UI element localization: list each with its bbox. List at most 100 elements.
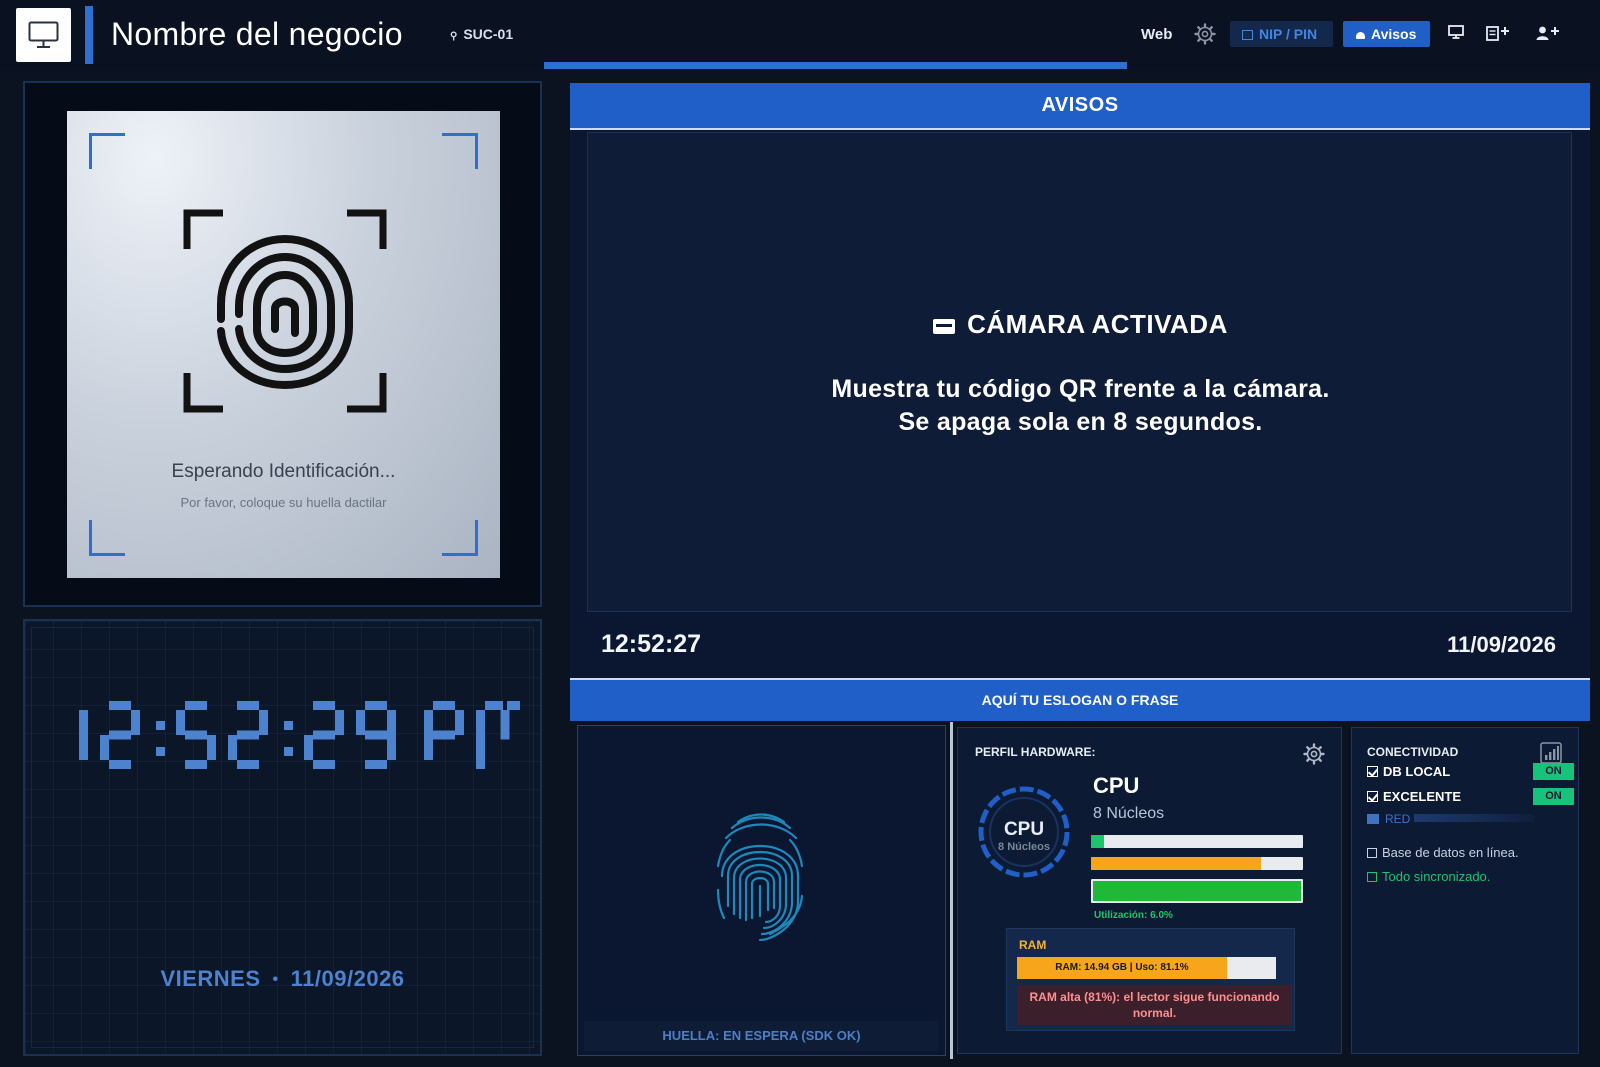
clock-segment [335,710,344,735]
bar-fill [1093,881,1301,901]
slogan-bar: AQUÍ TU ESLOGAN O FRASE [570,678,1590,721]
branch-code: SUC-01 [463,26,514,42]
clock-segment [424,735,433,760]
ram-usage-text: RAM: 14.94 GB | Uso: 81.1% [1055,962,1189,973]
web-link[interactable]: Web [1141,26,1172,43]
business-name: Nombre del negocio [111,16,403,52]
add-device-icon [1486,26,1509,41]
waiting-title: Esperando Identificación... [171,461,396,482]
clock-segment [207,735,216,760]
title-accent-bar [85,6,93,64]
cpu-cores: 8 Núcleos [1093,805,1165,822]
clock-segment [365,701,387,710]
ram-alert: RAM alta (81%): el lector sigue funciona… [1017,985,1292,1025]
clock-segment [356,710,365,735]
clock-segment [304,735,313,760]
db-status-text: Base de datos en línea. [1382,845,1519,860]
keypad-icon [1242,30,1253,40]
status-badge: ON [1533,788,1574,805]
cpu-bar-secondary [1091,857,1303,870]
clock-segment [365,760,387,769]
date-separator: • [272,971,279,988]
clock-segment [185,701,207,710]
conn-row-label: DB LOCAL [1383,764,1451,779]
clock-segment [237,760,259,769]
avisos-date: 11/09/2026 [1447,632,1556,657]
clock-date: 11/09/2026 [290,966,405,991]
cpu-gauge-ring: CPU 8 Núcleos [978,786,1070,878]
clock-segment [237,701,259,710]
connectivity-title: CONECTIVIDAD [1367,745,1459,759]
clock-segment [424,710,433,735]
connectivity-panel: CONECTIVIDAD DB LOCAL ON EXCELENTE ON RE… [1351,727,1579,1054]
hardware-settings-button[interactable] [1303,743,1325,770]
camera-instruction-1: Muestra tu código QR frente a la cámara. [831,375,1330,403]
camera-title: CÁMARA ACTIVADA [588,309,1573,340]
clock-segment [433,701,455,710]
frame-corner [442,133,478,169]
settings-button[interactable] [1194,23,1216,50]
monitor-icon [28,21,59,48]
clock-segment [79,710,88,735]
conn-row-db-local: DB LOCAL [1367,764,1450,779]
avisos-button[interactable]: Avisos [1343,21,1430,47]
frame-corner [442,520,478,556]
signal-bars-icon [1540,742,1562,764]
display-button[interactable] [1448,25,1464,42]
status-badge: ON [1533,763,1574,780]
conn-row-excelente: EXCELENTE [1367,789,1461,804]
checkbox-icon [1367,872,1377,882]
camera-title-text: CÁMARA ACTIVADA [967,309,1228,339]
header-progress-bar [544,62,1127,69]
sync-status-line: Todo sincronizado. [1367,869,1490,884]
clock-segment [433,730,455,740]
frame-corner [89,133,125,169]
checkbox-icon [1367,848,1377,858]
clock-segment [313,760,335,769]
display-icon [1448,25,1464,39]
sync-status-text: Todo sincronizado. [1382,869,1491,884]
hardware-profile-panel: PERFIL HARDWARE: CPU 8 Núcleos CPU 8 Núc… [957,727,1342,1054]
fingerprint-status-text: HUELLA: EN ESPERA (SDK OK) [584,1021,939,1051]
gear-icon [1194,23,1216,45]
clock-segment [455,710,464,735]
clock-segment [365,730,387,740]
bell-icon [1356,32,1365,39]
cpu-ring-label: CPU [1004,819,1044,840]
cpu-bar-total [1091,879,1303,903]
clock-segment [156,721,165,730]
nip-pin-button[interactable]: NIP / PIN [1230,21,1333,47]
digital-clock-display [79,701,520,769]
add-device-button[interactable] [1486,25,1512,44]
camera-icon [933,319,956,334]
fingerprint-reader-card[interactable]: Esperando Identificación... Por favor, c… [67,111,500,578]
clock-segment [109,730,131,740]
ram-box: RAM RAM: 14.94 GB | Uso: 81.1% RAM alta … [1006,928,1295,1031]
clock-segment [507,701,520,710]
cpu-utilization: Utilización: 6.0% [1094,910,1173,921]
avisos-time: 12:52:27 [601,630,702,658]
nip-pin-label: NIP / PIN [1259,26,1318,42]
camera-instruction-2: Se apaga sola en 8 segundos. [898,408,1263,436]
fingerprint-reader-panel: Esperando Identificación... Por favor, c… [23,81,542,607]
clock-segment [109,760,131,769]
frame-corner [89,520,125,556]
gear-icon [1303,743,1325,765]
conn-row-red: RED [1367,812,1535,826]
clock-segment [476,710,485,769]
checkbox-icon [1367,766,1378,777]
clock-segment [156,747,165,756]
red-label: RED [1385,812,1411,826]
fingerprint-status-panel: HUELLA: EN ESPERA (SDK OK) [577,725,946,1056]
add-user-button[interactable] [1536,25,1562,44]
bar-fill [1091,857,1261,870]
cpu-bar-utilization [1091,835,1303,848]
network-icon [1367,814,1379,824]
clock-segment [259,710,268,735]
bar-fill [1091,835,1104,848]
location-pin-icon: ⚲ [450,31,458,42]
conn-row-label: EXCELENTE [1383,789,1462,804]
clock-segment [284,747,293,756]
clock-segment [237,730,259,740]
checkbox-icon [1367,791,1378,802]
